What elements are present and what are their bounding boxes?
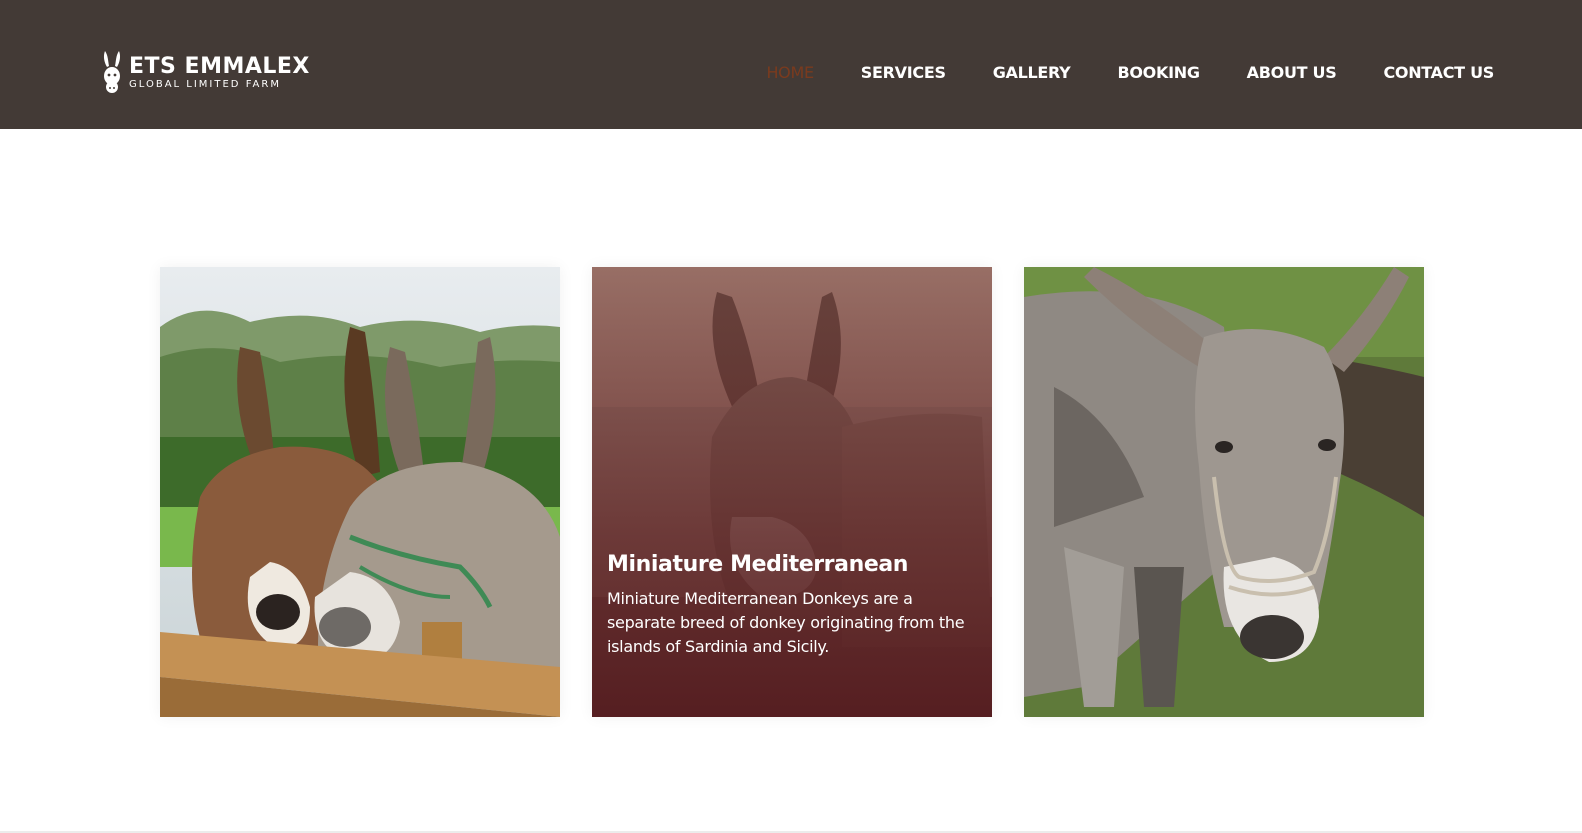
gallery-card-1[interactable] [160,267,560,717]
brand-subtitle: GLOBAL LIMITED FARM [129,79,281,90]
nav-home[interactable]: HOME [766,62,814,84]
donkey-head-icon [103,51,121,93]
gallery-card-2[interactable]: Miniature Mediterranean Miniature Medite… [592,267,992,717]
two-donkeys-at-fence-photo [160,267,560,717]
logo-text: ETS EMMALEX GLOBAL LIMITED FARM [129,55,310,91]
site-header: ETS EMMALEX GLOBAL LIMITED FARM HOME SER… [0,0,1582,129]
main-nav: HOME SERVICES GALLERY BOOKING ABOUT US C… [719,62,1494,84]
brand-title: ETS EMMALEX [129,54,310,79]
nav-contact-us[interactable]: CONTACT US [1383,62,1494,84]
grey-donkey-with-halter-photo [1024,267,1424,717]
card-caption: Miniature Mediterranean Miniature Medite… [607,551,978,659]
nav-gallery[interactable]: GALLERY [993,62,1071,84]
card-description: Miniature Mediterranean Donkeys are a se… [607,589,965,656]
site-logo[interactable]: ETS EMMALEX GLOBAL LIMITED FARM [100,50,310,96]
card-title: Miniature Mediterranean [607,552,909,577]
nav-about-us[interactable]: ABOUT US [1247,62,1337,84]
gallery-card-3[interactable] [1024,267,1424,717]
nav-booking[interactable]: BOOKING [1117,62,1199,84]
nav-services[interactable]: SERVICES [861,62,946,84]
